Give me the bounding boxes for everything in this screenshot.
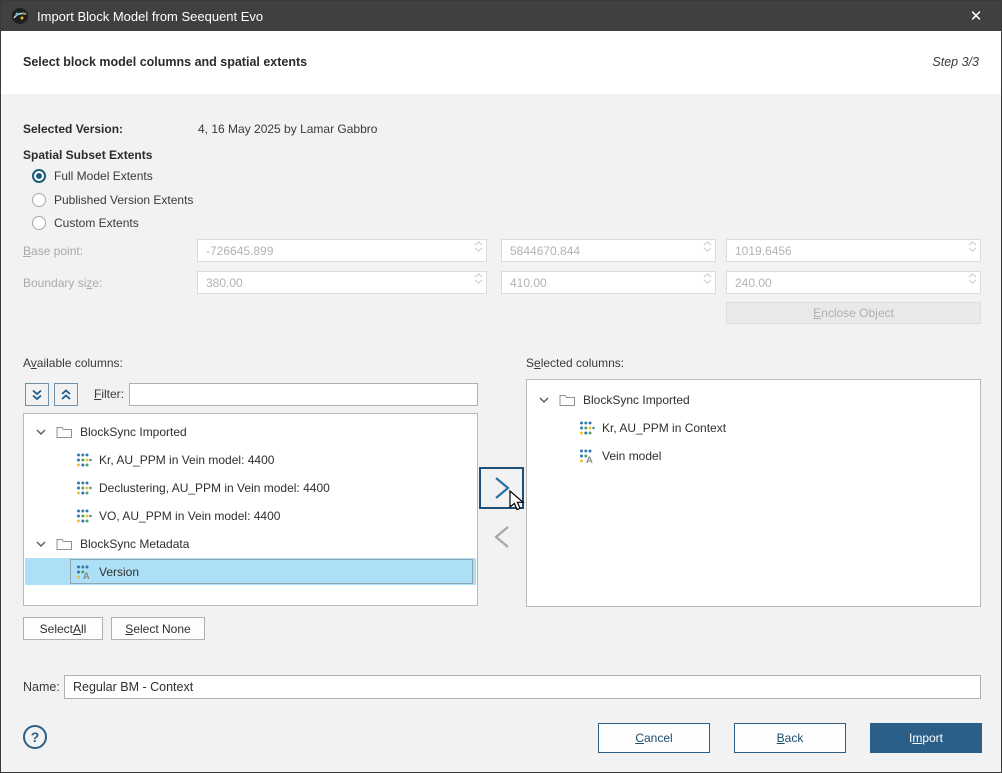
chevron-down-icon[interactable] [33, 424, 49, 440]
selected-columns-tree[interactable]: BlockSync Imported Kr, AU_PPM in Context… [526, 379, 981, 607]
boundary-size-x-field [197, 271, 487, 294]
boundary-size-x-input [197, 271, 487, 294]
boundary-size-y-input [501, 271, 716, 294]
base-point-x-input [197, 239, 487, 262]
chevron-down-icon[interactable] [33, 536, 49, 552]
titlebar[interactable]: Import Block Model from Seequent Evo ✕ [1, 1, 1001, 31]
spinner-icon [474, 273, 483, 284]
tree-row-column[interactable]: VO, AU_PPM in Vein model: 4400 [25, 502, 476, 530]
radio-custom-extents[interactable]: Custom Extents [32, 215, 139, 231]
app-icon [11, 7, 29, 25]
category-column-icon: A [76, 564, 92, 580]
folder-icon [559, 393, 576, 407]
page-title: Select block model columns and spatial e… [23, 55, 307, 69]
radio-icon[interactable] [32, 216, 46, 230]
spinner-icon [703, 241, 712, 252]
base-point-x-field [197, 239, 487, 262]
numeric-column-icon [76, 452, 92, 468]
expand-all-button[interactable] [25, 383, 49, 406]
numeric-column-icon [76, 508, 92, 524]
window-title: Import Block Model from Seequent Evo [37, 9, 961, 24]
chevron-down-icon[interactable] [536, 392, 552, 408]
base-point-label: Base point: [23, 244, 83, 258]
boundary-size-label: Boundary size: [23, 276, 102, 290]
selected-version-label: Selected Version: [23, 122, 123, 136]
collapse-all-icon [59, 388, 73, 402]
radio-published-version-extents[interactable]: Published Version Extents [32, 192, 193, 208]
chevron-left-icon [488, 522, 516, 552]
dialog-body: Selected Version: 4, 16 May 2025 by Lama… [1, 94, 1002, 773]
close-icon[interactable]: ✕ [961, 7, 991, 25]
numeric-column-icon [76, 480, 92, 496]
spatial-extents-label: Spatial Subset Extents [23, 148, 152, 162]
tree-row-folder[interactable]: BlockSync Imported [528, 386, 979, 414]
base-point-y-input [501, 239, 716, 262]
name-input[interactable] [64, 675, 981, 699]
collapse-all-button[interactable] [54, 383, 78, 406]
base-point-y-field [501, 239, 716, 262]
help-icon[interactable]: ? [23, 725, 47, 749]
name-label: Name: [23, 680, 60, 694]
expand-all-icon [30, 388, 44, 402]
boundary-size-y-field [501, 271, 716, 294]
tree-row-column-selected[interactable]: A Version [25, 558, 476, 585]
boundary-size-z-field [726, 271, 981, 294]
base-point-z-field [726, 239, 981, 262]
move-left-button [479, 517, 524, 557]
numeric-column-icon [579, 420, 595, 436]
tree-row-folder[interactable]: BlockSync Imported [25, 418, 476, 446]
base-point-z-input [726, 239, 981, 262]
spinner-icon [474, 241, 483, 252]
available-columns-tree[interactable]: BlockSync Imported Kr, AU_PPM in Vein mo… [23, 413, 478, 606]
radio-icon[interactable] [32, 169, 46, 183]
spinner-icon [703, 273, 712, 284]
enclose-object-button: Enclose Object [726, 302, 981, 324]
folder-icon [56, 537, 73, 551]
back-button[interactable]: Back [734, 723, 846, 753]
folder-icon [56, 425, 73, 439]
step-indicator: Step 3/3 [932, 55, 979, 69]
tree-row-column[interactable]: A Vein model [528, 442, 979, 470]
tree-row-folder[interactable]: BlockSync Metadata [25, 530, 476, 558]
import-button[interactable]: Import [870, 723, 982, 753]
cancel-button[interactable]: Cancel [598, 723, 710, 753]
selected-version-value: 4, 16 May 2025 by Lamar Gabbro [198, 122, 377, 136]
svg-text:A: A [586, 455, 593, 464]
header-strip: Select block model columns and spatial e… [1, 31, 1001, 94]
svg-text:A: A [83, 571, 90, 580]
tree-row-column[interactable]: Kr, AU_PPM in Context [528, 414, 979, 442]
available-columns-label: Available columns: [23, 356, 123, 370]
selection-focus-rect: A Version [70, 559, 473, 584]
radio-icon[interactable] [32, 193, 46, 207]
tree-row-column[interactable]: Kr, AU_PPM in Vein model: 4400 [25, 446, 476, 474]
category-column-icon: A [579, 448, 595, 464]
spinner-icon [968, 241, 977, 252]
radio-full-model-extents[interactable]: Full Model Extents [32, 168, 153, 184]
selected-columns-label: Selected columns: [526, 356, 624, 370]
select-none-button[interactable]: Select None [111, 617, 205, 640]
filter-input[interactable] [129, 383, 478, 406]
spinner-icon [968, 273, 977, 284]
select-all-button[interactable]: Select All [23, 617, 103, 640]
tree-row-column[interactable]: Declustering, AU_PPM in Vein model: 4400 [25, 474, 476, 502]
import-block-model-dialog: Import Block Model from Seequent Evo ✕ S… [0, 0, 1002, 773]
boundary-size-z-input [726, 271, 981, 294]
filter-label: Filter: [94, 387, 124, 401]
